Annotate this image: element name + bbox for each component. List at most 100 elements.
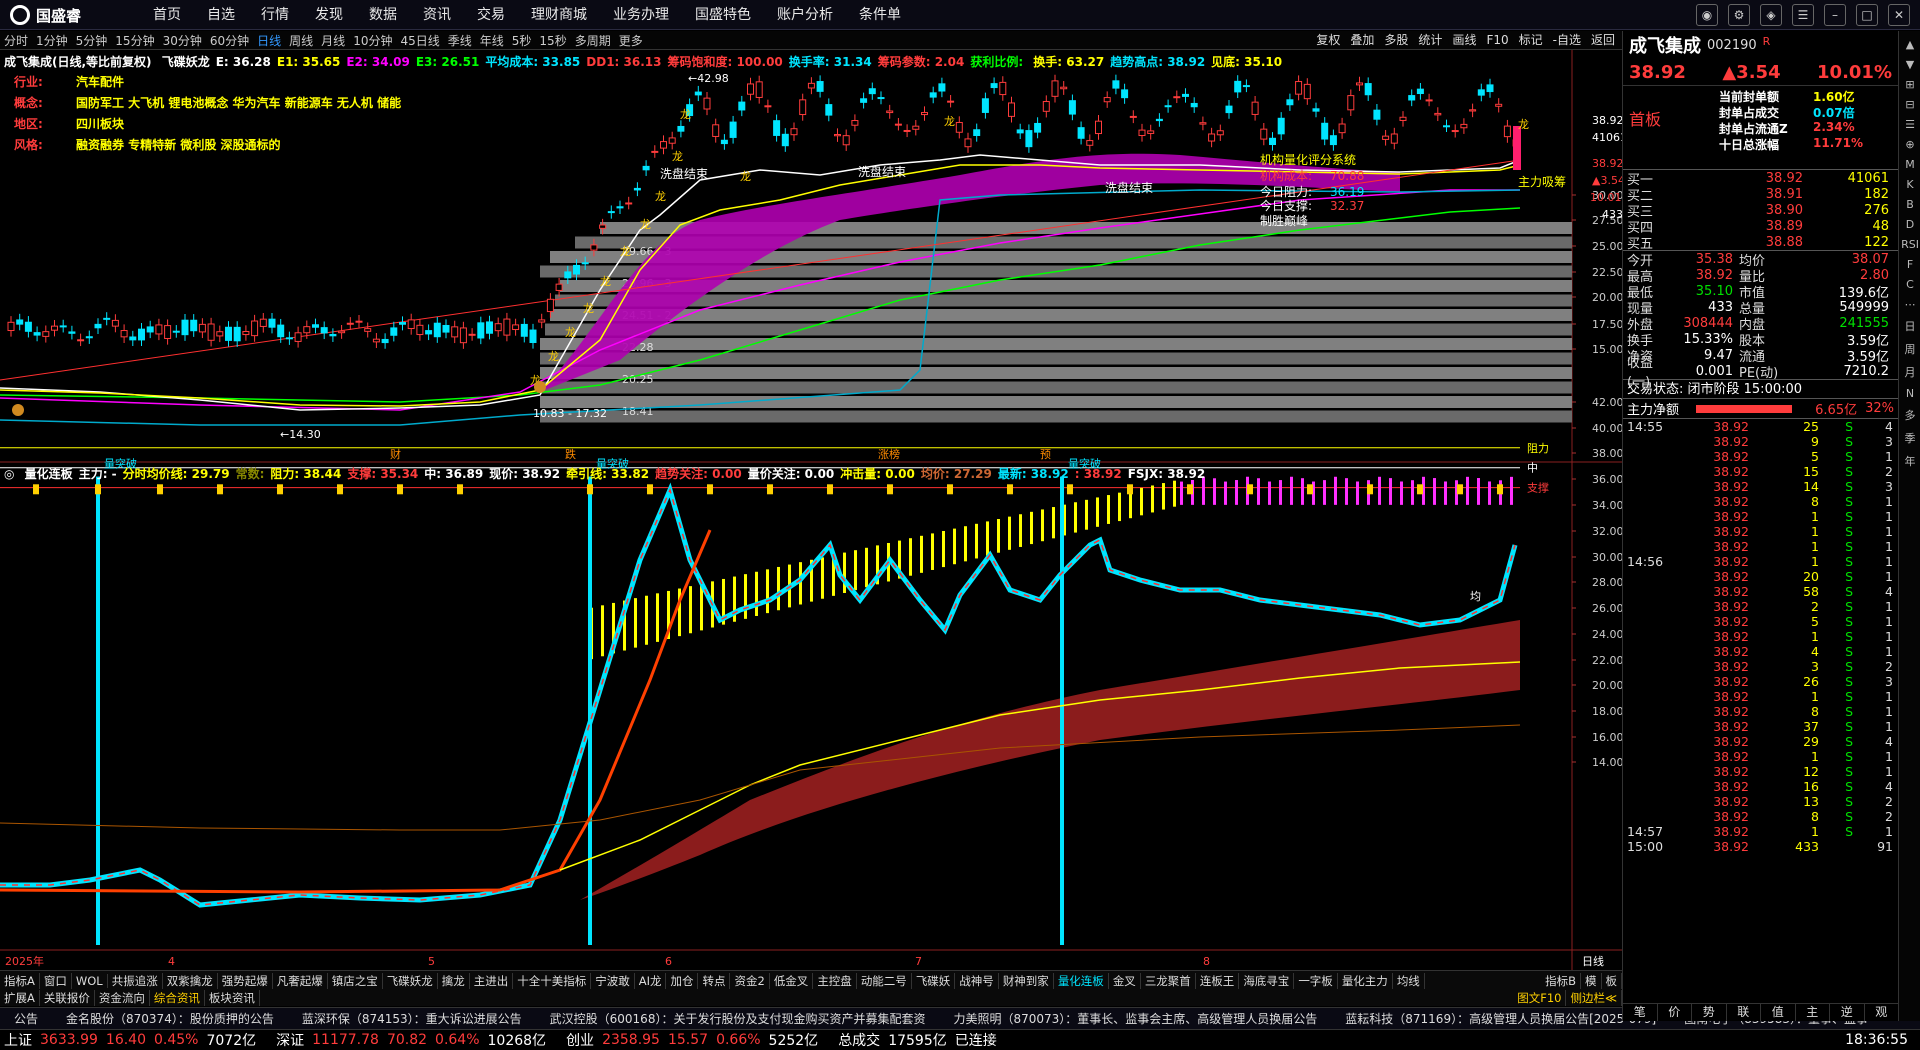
sidebar-button[interactable]: ⊞: [1899, 78, 1920, 91]
indicator-tab-right[interactable]: 板: [1602, 972, 1622, 989]
toolbar-button[interactable]: 叠加: [1345, 31, 1379, 50]
period-tab[interactable]: 5分钟: [72, 32, 112, 49]
indicator-tab[interactable]: 转点: [698, 972, 731, 989]
info-tab[interactable]: 综合资讯: [150, 990, 205, 1006]
indicator-tab-right[interactable]: 指标B: [1541, 972, 1581, 989]
menu-item[interactable]: 国盛特色: [682, 0, 764, 30]
sidebar-button[interactable]: ☰: [1899, 118, 1920, 131]
toolbar-button[interactable]: -自选: [1548, 31, 1586, 50]
info-tab[interactable]: 资金流向: [95, 990, 150, 1006]
sidebar-button[interactable]: 月: [1899, 364, 1920, 380]
indicator-tab[interactable]: 战神号: [955, 972, 999, 989]
menu-item[interactable]: 自选: [194, 0, 248, 30]
sidebar-button[interactable]: 周: [1899, 341, 1920, 357]
sidebar-button[interactable]: RSI: [1899, 238, 1920, 251]
period-tab[interactable]: 45日线: [396, 32, 443, 49]
menu-item[interactable]: 账户分析: [764, 0, 846, 30]
toolbar-button[interactable]: 返回: [1586, 31, 1620, 50]
indicator-tab[interactable]: 主进出: [470, 972, 514, 989]
news-item[interactable]: 公告: [0, 1010, 52, 1027]
quote-tab[interactable]: 价: [1658, 1004, 1692, 1021]
indicator-tab[interactable]: 指标A: [0, 972, 40, 989]
indicator-tab[interactable]: 宁波敢: [591, 972, 635, 989]
indicator-tab[interactable]: AI龙: [635, 972, 667, 989]
indicator-tab[interactable]: 连板王: [1196, 972, 1240, 989]
indicator-tab[interactable]: 三龙聚首: [1141, 972, 1196, 989]
toolbar-button[interactable]: 多股: [1379, 31, 1413, 50]
menu-item[interactable]: 数据: [356, 0, 410, 30]
toolbar-button[interactable]: 画线: [1447, 31, 1481, 50]
period-tab[interactable]: 多周期: [571, 32, 615, 49]
menu-item[interactable]: 条件单: [846, 0, 914, 30]
settings-icon[interactable]: ⚙: [1728, 4, 1750, 26]
indicator-tab[interactable]: 窗口: [40, 972, 72, 989]
quote-tab[interactable]: 主: [1796, 1004, 1830, 1021]
news-item[interactable]: 武汉控股（600168）：关于发行股份及支付现金购买资产并募集配套资: [536, 1010, 940, 1027]
menu-icon[interactable]: ☰: [1792, 4, 1814, 26]
sidebar-button[interactable]: ⊟: [1899, 98, 1920, 111]
menu-item[interactable]: 资讯: [410, 0, 464, 30]
close-icon[interactable]: ✕: [1888, 4, 1910, 26]
indicator-tab[interactable]: 量化连板: [1054, 972, 1109, 989]
toolbar-button[interactable]: 标记: [1514, 31, 1548, 50]
sidebar-button[interactable]: 季: [1899, 430, 1920, 446]
info-tab-right[interactable]: 图文F10: [1513, 990, 1567, 1006]
period-tab[interactable]: 60分钟: [206, 32, 253, 49]
indicator-gear-icon[interactable]: ◎: [4, 467, 14, 481]
sidebar-button[interactable]: N: [1899, 387, 1920, 400]
sidebar-button[interactable]: M: [1899, 158, 1920, 171]
indicator-tab[interactable]: 飞碟妖: [912, 972, 956, 989]
indicator-tab[interactable]: 擒龙: [438, 972, 470, 989]
index-name[interactable]: 上证: [0, 1030, 36, 1050]
indicator-tab[interactable]: 动能二号: [857, 972, 912, 989]
news-item[interactable]: 力美照明（870073）：董事长、监事会主席、高级管理人员换届公告: [939, 1010, 1331, 1027]
sidebar-button[interactable]: ▼: [1899, 58, 1920, 71]
menu-item[interactable]: 行情: [248, 0, 302, 30]
index-name[interactable]: 深证: [272, 1030, 308, 1050]
indicator-tab[interactable]: 主控盘: [813, 972, 857, 989]
news-item[interactable]: 蓝深环保（874153）：重大诉讼进展公告: [288, 1010, 536, 1027]
quote-tab[interactable]: 势: [1692, 1004, 1727, 1021]
indicator-tab[interactable]: 财神到家: [999, 972, 1054, 989]
sidebar-button[interactable]: F: [1899, 258, 1920, 271]
info-tab-right[interactable]: 侧边栏≪: [1566, 990, 1622, 1006]
sidebar-button[interactable]: 日: [1899, 318, 1920, 334]
buy-level[interactable]: 买五 38.88 122: [1623, 234, 1898, 252]
indicator-tab[interactable]: 十全十美指标: [513, 972, 592, 989]
indicator-tab-right[interactable]: 模: [1581, 972, 1602, 989]
indicator-tab[interactable]: 镇店之宝: [328, 972, 383, 989]
indicator-tab[interactable]: 飞碟妖龙: [383, 972, 438, 989]
sidebar-button[interactable]: 年: [1899, 453, 1920, 469]
menu-item[interactable]: 业务办理: [600, 0, 682, 30]
period-tab[interactable]: 10分钟: [349, 32, 396, 49]
message-icon[interactable]: ◉: [1696, 4, 1718, 26]
period-tab[interactable]: 分时: [0, 32, 32, 49]
chart-area[interactable]: 30.0027.5025.0022.5020.0017.5015.0038.92…: [0, 50, 1622, 970]
indicator-tab[interactable]: 低金叉: [770, 972, 814, 989]
indicator-tab[interactable]: 加仓: [666, 972, 699, 989]
info-tab[interactable]: 扩展A: [0, 990, 40, 1006]
sidebar-button[interactable]: D: [1899, 218, 1920, 231]
indicator-tab[interactable]: WOL: [72, 973, 108, 988]
indicator-tab[interactable]: 一字板: [1294, 972, 1338, 989]
indicator-tab[interactable]: 海底寻宝: [1239, 972, 1295, 989]
sidebar-button[interactable]: B: [1899, 198, 1920, 211]
period-tab[interactable]: 日线: [253, 32, 285, 49]
quote-tab[interactable]: 逆: [1830, 1004, 1865, 1021]
menu-item[interactable]: 交易: [464, 0, 518, 30]
indicator-tab[interactable]: 双紫擒龙: [163, 972, 218, 989]
minimize-icon[interactable]: –: [1824, 4, 1846, 26]
period-tab[interactable]: 15分钟: [111, 32, 158, 49]
toolbar-button[interactable]: 复权: [1311, 31, 1345, 50]
period-tab[interactable]: 30分钟: [159, 32, 206, 49]
maximize-icon[interactable]: □: [1856, 4, 1878, 26]
news-item[interactable]: 金名股份（870374）：股份质押的公告: [52, 1010, 288, 1027]
indicator-tab[interactable]: 强势起爆: [218, 972, 273, 989]
period-tab[interactable]: 5秒: [508, 32, 536, 49]
toolbar-button[interactable]: F10: [1481, 31, 1513, 50]
quote-tab[interactable]: 值: [1761, 1004, 1796, 1021]
period-tab[interactable]: 1分钟: [32, 32, 72, 49]
skin-icon[interactable]: ◈: [1760, 4, 1782, 26]
period-tab[interactable]: 年线: [476, 32, 508, 49]
period-tab[interactable]: 更多: [615, 32, 647, 49]
